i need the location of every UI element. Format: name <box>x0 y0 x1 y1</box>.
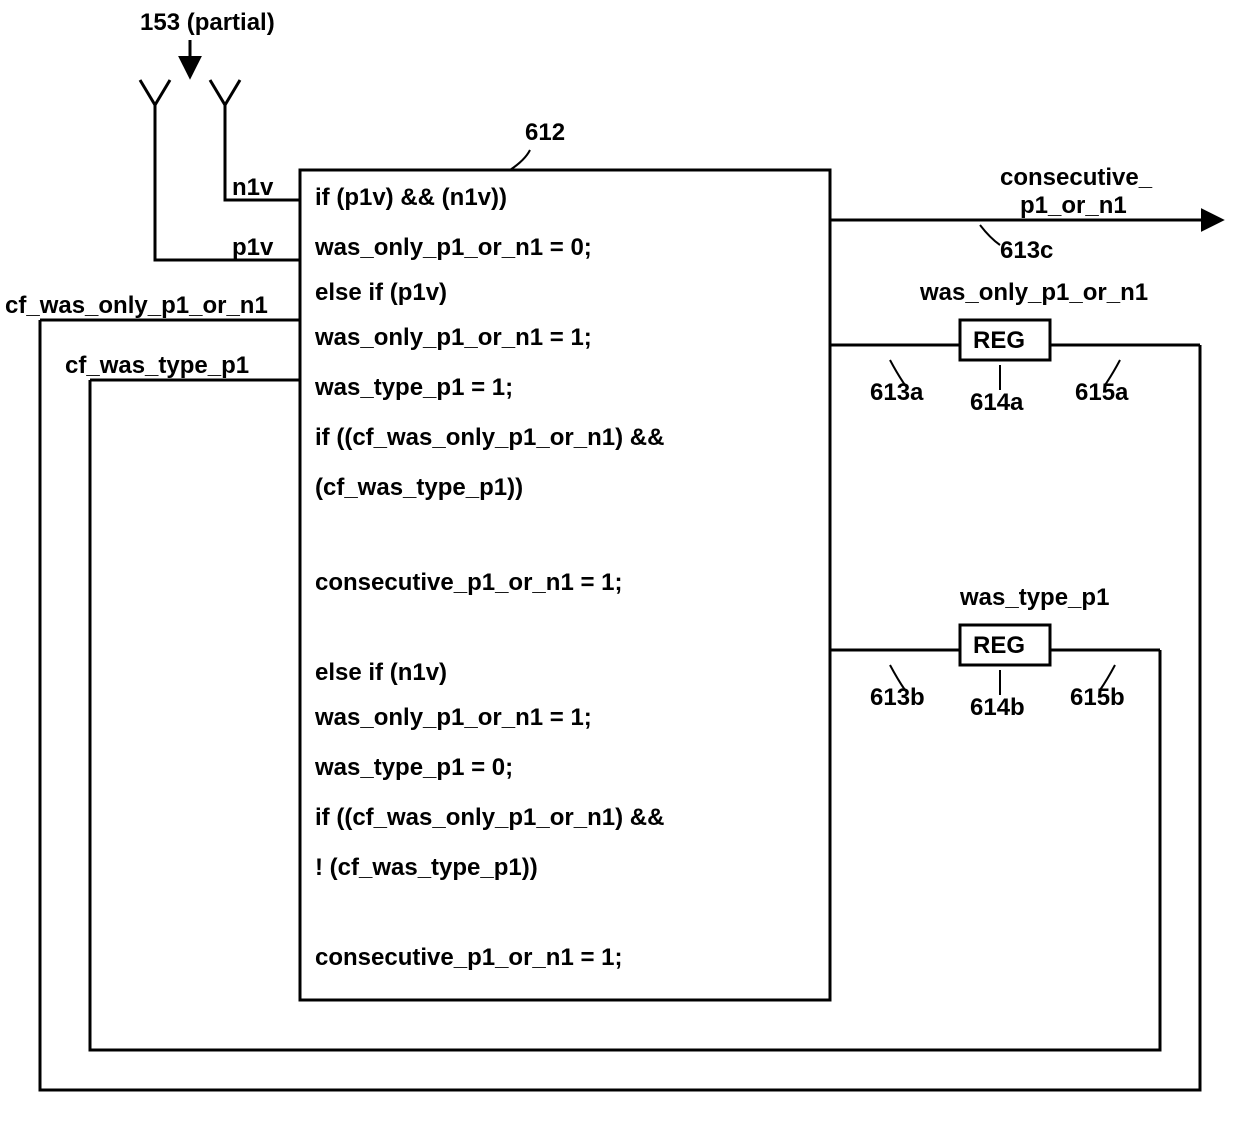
reg1-label: REG <box>973 327 1025 354</box>
svg-text:(cf_was_type_p1)): (cf_was_type_p1)) <box>315 474 523 501</box>
svg-text:was_only_p1_or_n1 = 0;: was_only_p1_or_n1 = 0; <box>314 234 592 261</box>
ref-613b: 613b <box>870 684 925 711</box>
svg-text:else if (n1v): else if (n1v) <box>315 659 447 686</box>
svg-text:was_type_p1 = 0;: was_type_p1 = 0; <box>314 754 513 781</box>
input-y-left <box>140 80 155 105</box>
block-ref: 612 <box>525 119 565 146</box>
label-was-type: was_type_p1 <box>959 584 1109 611</box>
label-consecutive-1: consecutive_ <box>1000 164 1153 191</box>
label-n1v: n1v <box>232 174 274 201</box>
label-cf-was-only: cf_was_only_p1_or_n1 <box>5 292 268 319</box>
ref-613a: 613a <box>870 379 924 406</box>
svg-text:else if (p1v): else if (p1v) <box>315 279 447 306</box>
top-ref-label: 153 (partial) <box>140 9 275 36</box>
ref-614b: 614b <box>970 694 1025 721</box>
svg-text:if ((cf_was_only_p1_or_n1) &&: if ((cf_was_only_p1_or_n1) && <box>315 804 664 831</box>
reg2-label: REG <box>973 632 1025 659</box>
label-consecutive-2: p1_or_n1 <box>1020 192 1127 219</box>
ref-615a: 615a <box>1075 379 1129 406</box>
svg-text:consecutive_p1_or_n1 = 1;: consecutive_p1_or_n1 = 1; <box>315 569 622 596</box>
ref-615b: 615b <box>1070 684 1125 711</box>
ref-consecutive: 613c <box>1000 237 1053 264</box>
ref-614a: 614a <box>970 389 1024 416</box>
svg-text:if ((cf_was_only_p1_or_n1) &&: if ((cf_was_only_p1_or_n1) && <box>315 424 664 451</box>
diagram-canvas: 153 (partial) n1v p1v cf_was_only_p1_or_… <box>0 0 1240 1130</box>
input-y-left2 <box>155 80 170 105</box>
svg-text:if (p1v) && (n1v)): if (p1v) && (n1v)) <box>315 184 507 211</box>
input-y-right <box>210 80 225 105</box>
label-p1v: p1v <box>232 234 274 261</box>
svg-text:! (cf_was_type_p1)): ! (cf_was_type_p1)) <box>315 854 538 881</box>
wire-p1v <box>155 105 300 260</box>
svg-text:was_only_p1_or_n1 = 1;: was_only_p1_or_n1 = 1; <box>314 704 592 731</box>
svg-text:was_type_p1 = 1;: was_type_p1 = 1; <box>314 374 513 401</box>
block-ref-leader <box>510 150 530 170</box>
label-was-only: was_only_p1_or_n1 <box>919 279 1148 306</box>
label-cf-was-type: cf_was_type_p1 <box>65 352 249 379</box>
input-y-right2 <box>225 80 240 105</box>
ref-613c-leader <box>980 225 1000 245</box>
svg-text:was_only_p1_or_n1 = 1;: was_only_p1_or_n1 = 1; <box>314 324 592 351</box>
svg-text:consecutive_p1_or_n1 = 1;: consecutive_p1_or_n1 = 1; <box>315 944 622 971</box>
